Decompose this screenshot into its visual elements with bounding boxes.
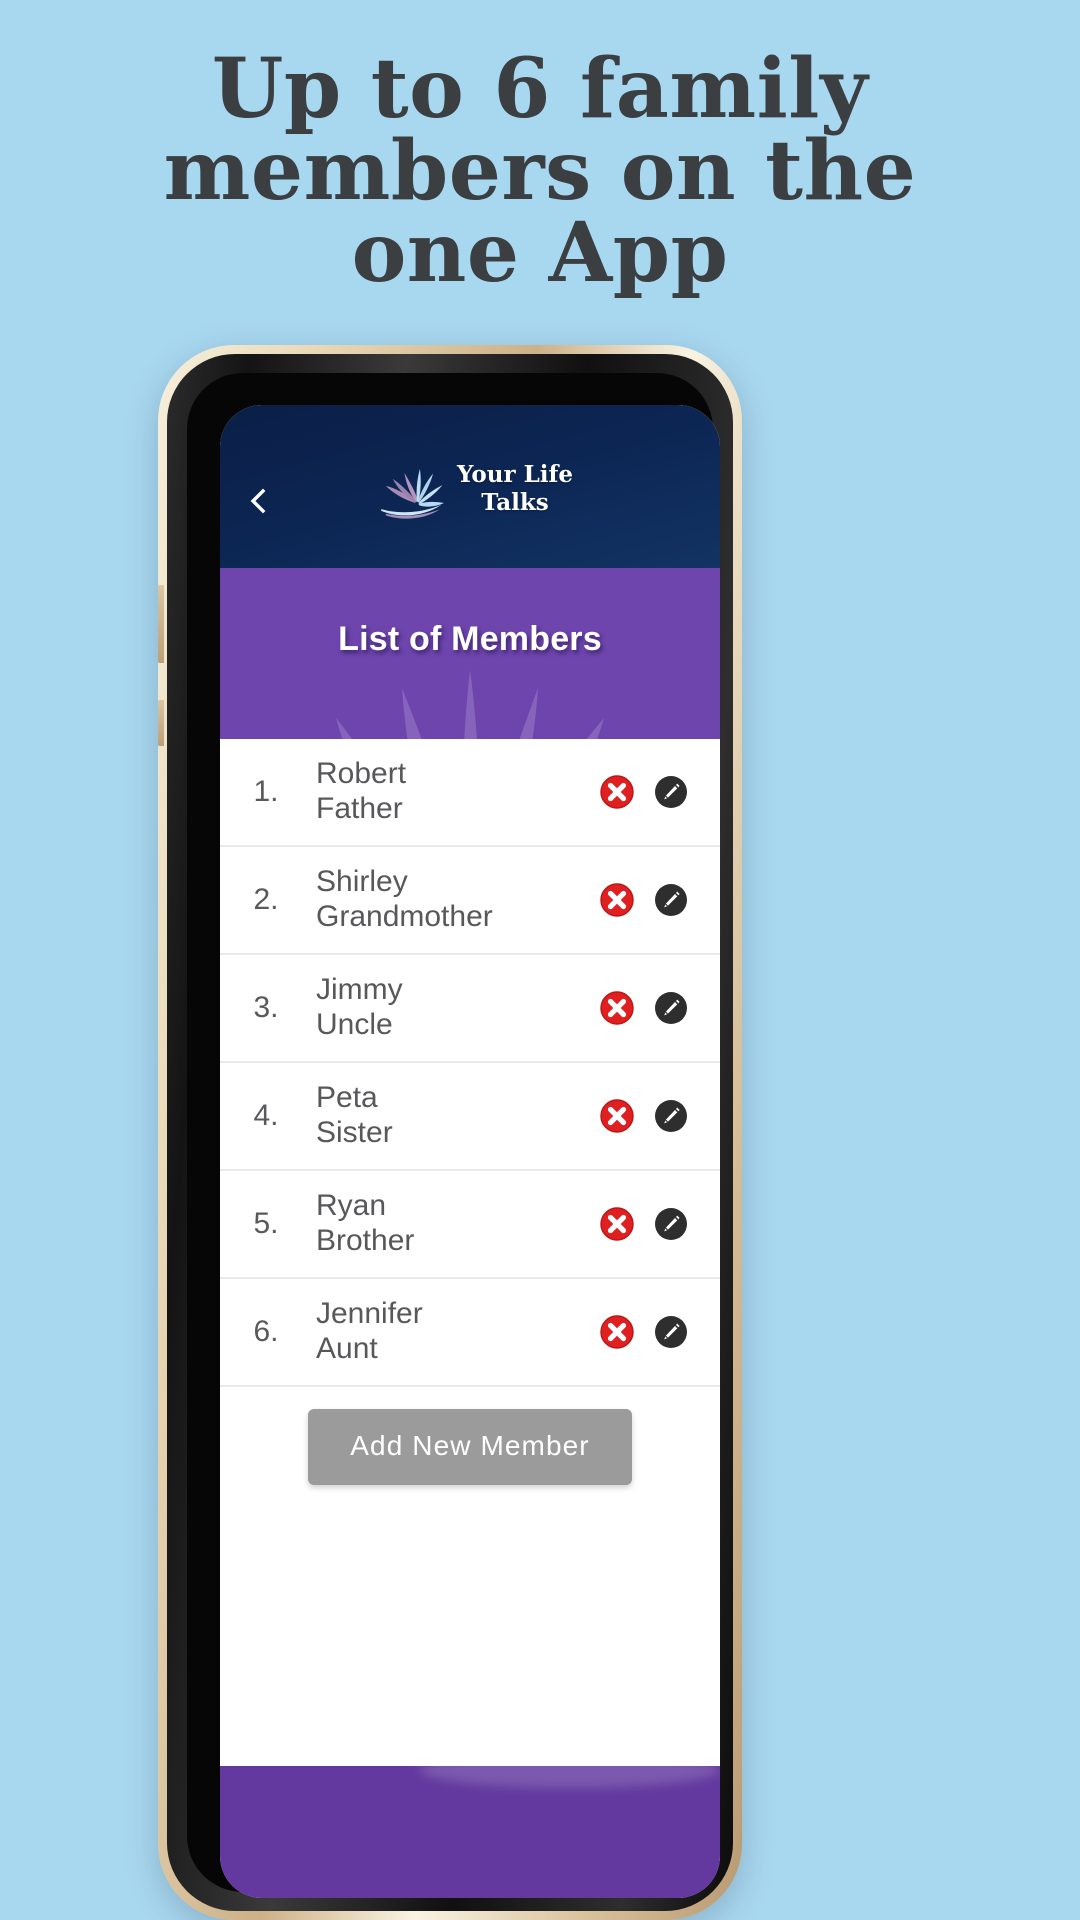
member-list: 1. Robert Father 2. Shirley Grandmother 3. Jimm… — [220, 739, 720, 1387]
delete-member-button[interactable] — [600, 991, 634, 1025]
app-brand[interactable]: Your Life Talks — [367, 458, 573, 520]
delete-member-button[interactable] — [600, 1207, 634, 1241]
member-relation: Father — [316, 792, 403, 825]
member-row-actions — [600, 991, 720, 1025]
add-new-member-button[interactable]: Add New Member — [308, 1409, 632, 1485]
member-relation: Brother — [316, 1224, 415, 1257]
member-row[interactable]: 5. Ryan Brother — [220, 1171, 720, 1279]
brand-line-1: Your Life — [456, 460, 574, 488]
phone-bezel-inner: Your Life Talks List of Members 1. Rober… — [187, 373, 720, 1898]
phone-power-button[interactable] — [158, 700, 164, 746]
member-row[interactable]: 6. Jennifer Aunt — [220, 1279, 720, 1387]
member-relation: Grandmother — [316, 900, 493, 933]
member-name: Jennifer — [316, 1297, 423, 1331]
edit-member-button[interactable] — [654, 775, 688, 809]
member-row-index: 3. — [253, 991, 279, 1024]
chevron-left-icon — [250, 488, 266, 514]
member-row-actions — [600, 1207, 720, 1241]
headline-line-3: one App — [351, 205, 729, 301]
phone-screen: Your Life Talks List of Members 1. Rober… — [220, 405, 720, 1898]
member-row-text: Peta Sister — [312, 1081, 600, 1151]
member-row-index: 6. — [253, 1315, 279, 1348]
delete-circle-x-icon — [600, 1099, 634, 1133]
edit-pencil-circle-icon — [655, 992, 687, 1024]
member-row-actions — [600, 775, 720, 809]
member-row[interactable]: 2. Shirley Grandmother — [220, 847, 720, 955]
member-name: Jimmy — [316, 973, 403, 1007]
member-row-text: Shirley Grandmother — [312, 865, 600, 935]
member-row-index: 1. — [253, 775, 279, 808]
member-name: Robert — [316, 757, 407, 791]
app-brand-text: Your Life Talks — [457, 461, 573, 517]
edit-member-button[interactable] — [654, 883, 688, 917]
member-row-index: 5. — [253, 1207, 279, 1240]
member-name: Shirley — [316, 865, 408, 899]
delete-circle-x-icon — [600, 1315, 634, 1349]
member-name: Ryan — [316, 1189, 387, 1223]
headline-line-2: members on the — [163, 123, 917, 219]
lotus-flower-logo-icon — [381, 468, 444, 519]
member-row-text: Robert Father — [312, 757, 600, 827]
member-row-text: Ryan Brother — [312, 1189, 600, 1259]
delete-circle-x-icon — [600, 1207, 634, 1241]
edit-member-button[interactable] — [654, 1315, 688, 1349]
edit-pencil-circle-icon — [655, 1208, 687, 1240]
edit-member-button[interactable] — [654, 1207, 688, 1241]
delete-circle-x-icon — [600, 775, 634, 809]
promo-headline: Up to 6 family members on the one App — [0, 48, 1080, 294]
brand-line-2: Talks — [481, 489, 549, 516]
app-hero-section: List of Members — [220, 568, 720, 739]
footer-sheen — [420, 1766, 720, 1788]
member-row-index: 2. — [253, 883, 279, 916]
member-row-actions — [600, 1099, 720, 1133]
back-button[interactable] — [246, 488, 272, 514]
member-row[interactable]: 4. Peta Sister — [220, 1063, 720, 1171]
member-row-actions — [600, 883, 720, 917]
delete-member-button[interactable] — [600, 883, 634, 917]
member-relation: Aunt — [316, 1332, 378, 1365]
delete-circle-x-icon — [600, 991, 634, 1025]
headline-line-1: Up to 6 family — [211, 41, 869, 137]
phone-bezel: Your Life Talks List of Members 1. Rober… — [167, 354, 733, 1911]
delete-member-button[interactable] — [600, 1315, 634, 1349]
app-footer-bar — [220, 1766, 720, 1898]
member-row-index: 4. — [253, 1099, 279, 1132]
add-member-area: Add New Member — [220, 1387, 720, 1517]
member-row-actions — [600, 1315, 720, 1349]
member-relation: Sister — [316, 1116, 393, 1149]
edit-pencil-circle-icon — [655, 776, 687, 808]
delete-circle-x-icon — [600, 883, 634, 917]
phone-mockup-frame: Your Life Talks List of Members 1. Rober… — [158, 345, 742, 1920]
member-relation: Uncle — [316, 1008, 393, 1041]
delete-member-button[interactable] — [600, 1099, 634, 1133]
member-row-text: Jennifer Aunt — [312, 1297, 600, 1367]
edit-member-button[interactable] — [654, 991, 688, 1025]
member-row[interactable]: 3. Jimmy Uncle — [220, 955, 720, 1063]
delete-member-button[interactable] — [600, 775, 634, 809]
app-topbar: Your Life Talks — [220, 405, 720, 568]
edit-member-button[interactable] — [654, 1099, 688, 1133]
edit-pencil-circle-icon — [655, 1316, 687, 1348]
edit-pencil-circle-icon — [655, 884, 687, 916]
phone-volume-button[interactable] — [158, 585, 164, 663]
edit-pencil-circle-icon — [655, 1100, 687, 1132]
member-row[interactable]: 1. Robert Father — [220, 739, 720, 847]
page-title: List of Members — [338, 620, 602, 658]
member-row-text: Jimmy Uncle — [312, 973, 600, 1043]
member-name: Peta — [316, 1081, 378, 1115]
